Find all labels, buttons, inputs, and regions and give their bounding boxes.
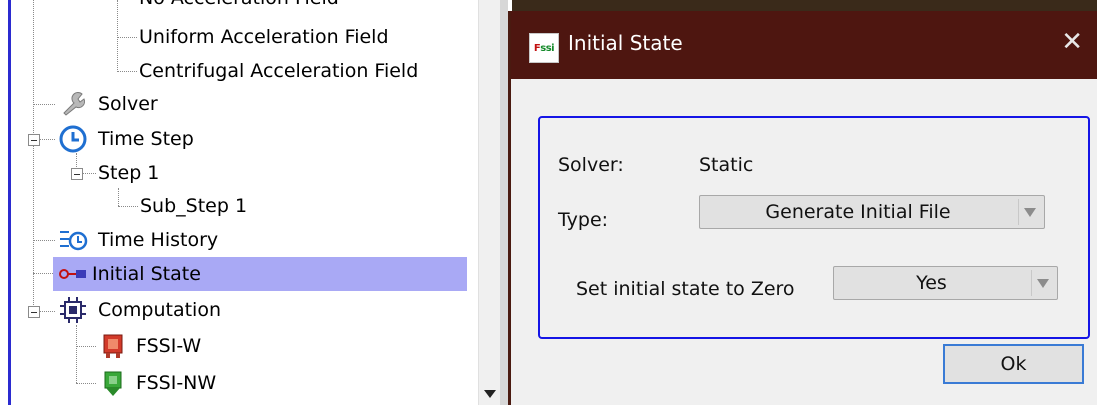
settings-group-box: Solver: Static Type: Generate Initial Fi… (538, 116, 1090, 339)
tree-connector (76, 383, 96, 384)
solver-label: Solver: (558, 154, 624, 176)
initial-state-dialog: Fssi Initial State ✕ Solver: Static Type… (508, 11, 1097, 405)
tree-item-time-history[interactable]: Time History (58, 225, 218, 255)
type-label: Type: (558, 209, 609, 231)
tree-connector (33, 273, 55, 274)
tree-scrollbar[interactable] (478, 0, 501, 405)
close-icon[interactable]: ✕ (1061, 29, 1083, 55)
tree-connector (117, 0, 118, 72)
tree-connector (33, 240, 55, 241)
tree-item-label: No Acceleration Field (139, 0, 339, 13)
tree-item-label: Sub_Step 1 (140, 195, 248, 217)
tree-item-step-1[interactable]: Step 1 (98, 158, 159, 188)
tree-item-label: Uniform Acceleration Field (139, 26, 389, 48)
time-history-icon (58, 225, 88, 255)
tree-connector (82, 173, 96, 174)
tree-item-label: Step 1 (98, 162, 160, 184)
tree-item-label: Centrifugal Acceleration Field (139, 60, 419, 82)
dialog-title: Initial State (568, 31, 683, 55)
fssi-app-icon: Fssi (529, 33, 559, 63)
scroll-down-arrow-icon[interactable] (479, 383, 501, 405)
tree-item-label: Time Step (98, 128, 194, 150)
tree-connector (117, 71, 137, 72)
tree-connector (117, 37, 137, 38)
tree-item-solver[interactable]: Solver (58, 89, 158, 119)
zero-dropdown-arrow-icon[interactable] (1031, 270, 1054, 296)
initial-state-icon (58, 259, 88, 289)
tree-item-label: Solver (98, 93, 158, 115)
wrench-icon (58, 89, 88, 119)
tree-connector (39, 311, 55, 312)
clock-icon (58, 124, 88, 154)
tree-item-time-step[interactable]: Time Step (58, 124, 194, 154)
fssi-nw-icon (98, 368, 128, 398)
step-1-collapse-toggle[interactable] (71, 168, 83, 180)
tree-item-label: Initial State (92, 263, 201, 285)
solver-value: Static (699, 154, 754, 176)
computation-collapse-toggle[interactable] (28, 306, 40, 318)
app-icon-letters: ssi (540, 42, 555, 54)
tree-item-computation[interactable]: Computation (58, 295, 221, 325)
tree-item-sub-step-1[interactable]: Sub_Step 1 (140, 191, 247, 221)
tree-connector (39, 139, 55, 140)
type-dropdown-value: Generate Initial File (765, 201, 951, 223)
tree-item-label: FSSI-W (136, 335, 202, 357)
time-step-collapse-toggle[interactable] (28, 134, 40, 146)
fssi-w-icon (98, 331, 128, 361)
zero-dropdown-value: Yes (916, 272, 947, 294)
tree-connector (118, 188, 119, 206)
tree-connector (76, 325, 77, 383)
tree-panel: No Acceleration Field Uniform Accelerati… (0, 0, 478, 405)
tree-connector (33, 0, 34, 311)
type-dropdown[interactable]: Generate Initial File (699, 195, 1045, 229)
chip-icon (58, 295, 88, 325)
tree-connector (33, 104, 55, 105)
tree-item-label: FSSI-NW (136, 372, 217, 394)
tree-item-fssi-w[interactable]: FSSI-W (98, 331, 201, 361)
zero-label: Set initial state to Zero (576, 278, 795, 300)
tree-connector (118, 206, 138, 207)
panel-divider (500, 0, 508, 405)
ok-button[interactable]: Ok (943, 344, 1084, 384)
background-window-edge (512, 0, 1097, 11)
tree-item-fssi-nw[interactable]: FSSI-NW (98, 368, 216, 398)
tree-item-uniform-acceleration-field[interactable]: Uniform Acceleration Field (139, 22, 389, 52)
tree-item-no-acceleration-field[interactable]: No Acceleration Field (139, 0, 339, 13)
tree-item-label: Time History (98, 229, 219, 251)
tree-item-centrifugal-acceleration-field[interactable]: Centrifugal Acceleration Field (139, 56, 418, 86)
tree-panel-border (8, 0, 11, 405)
tree-item-label: Computation (98, 299, 221, 321)
tree-connector (76, 346, 96, 347)
zero-dropdown[interactable]: Yes (833, 266, 1058, 300)
dialog-titlebar[interactable]: Fssi Initial State ✕ (511, 11, 1097, 79)
type-dropdown-arrow-icon[interactable] (1018, 199, 1041, 225)
tree-item-initial-state[interactable]: Initial State (58, 259, 201, 289)
